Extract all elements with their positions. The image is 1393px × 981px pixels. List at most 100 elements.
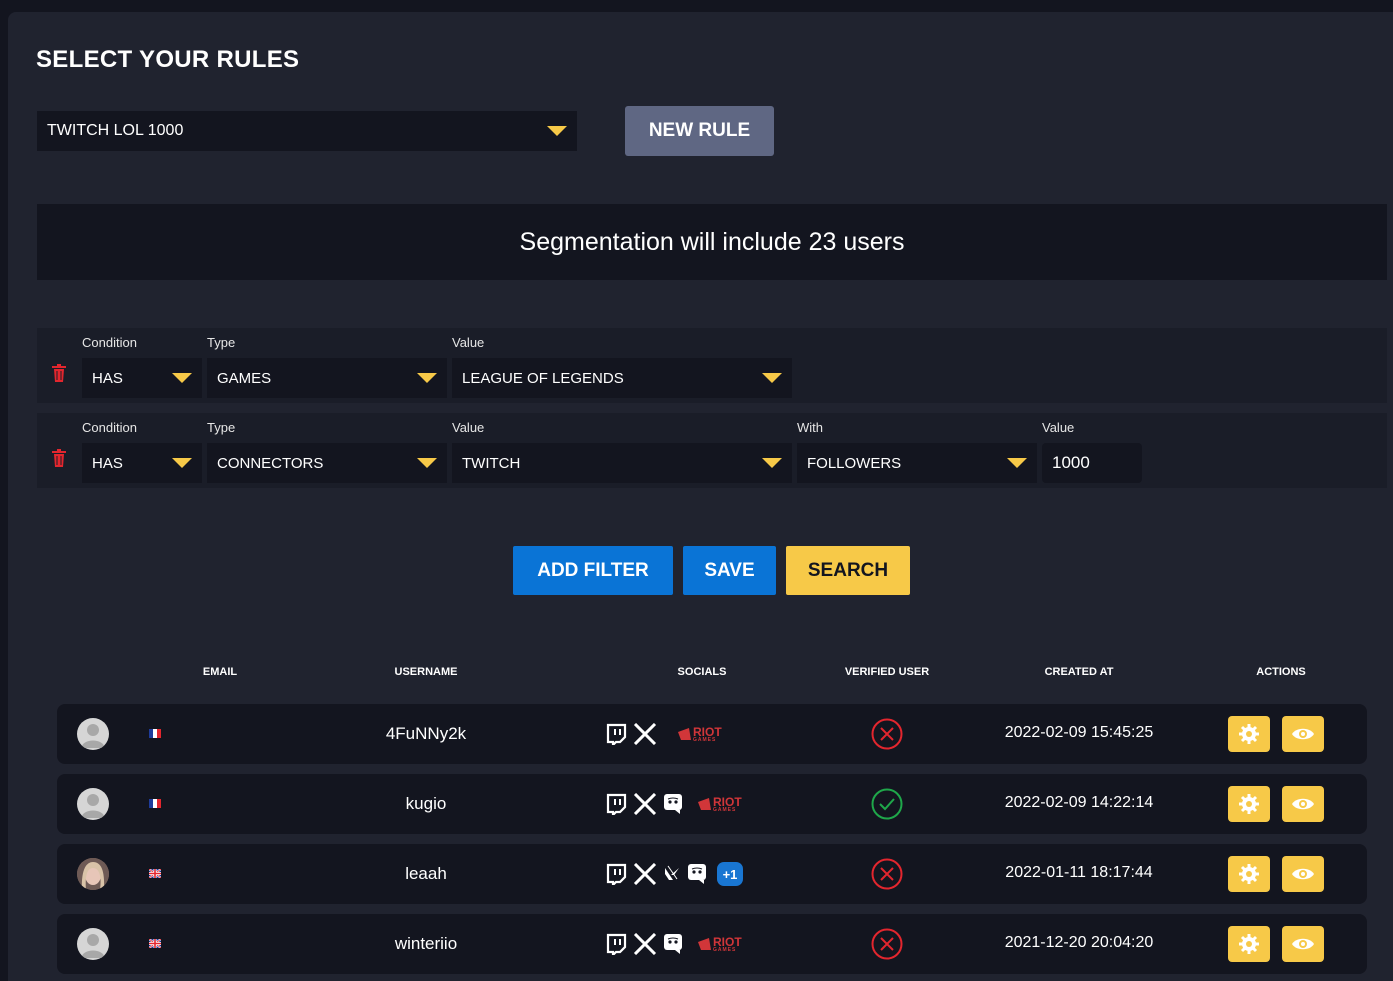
table-row: kugio RIOT GAMES 2022-02-09 14:22:14 [57,774,1367,834]
filter-row-2: Condition Type Value With Value HAS CONN… [37,413,1387,488]
view-button[interactable] [1282,856,1324,892]
type-select-value: GAMES [217,369,272,387]
chevron-down-icon [417,458,437,468]
avatar [77,928,109,960]
x-icon [633,863,657,885]
settings-button[interactable] [1228,716,1270,752]
settings-button[interactable] [1228,926,1270,962]
avatar [77,788,109,820]
france-flag-icon [149,799,161,808]
column-header-socials: SOCIALS [677,666,727,678]
settings-button[interactable] [1228,856,1270,892]
username: 4FuNNy2k [385,724,467,743]
x-icon [633,723,657,745]
condition-label: Condition [82,335,137,350]
settings-button[interactable] [1228,786,1270,822]
discord-icon [664,794,682,814]
view-button[interactable] [1282,786,1324,822]
condition-label: Condition [82,420,137,435]
value-label: Value [452,335,485,350]
type-label: Type [207,335,236,350]
segmentation-banner: Segmentation will include 23 users [37,204,1387,280]
filter-row-1: Condition Type Value HAS GAMES LEAGUE OF… [37,328,1387,403]
username: winteriio [394,934,458,953]
valorant-icon [665,865,679,880]
more-socials-badge[interactable]: +1 [717,862,743,886]
username: kugio [405,794,447,813]
eye-icon [1292,728,1314,740]
created-at: 2021-12-20 20:04:20 [1004,934,1154,951]
socials-list: RIOT GAMES [605,932,742,956]
view-button[interactable] [1282,716,1324,752]
twitch-icon [606,723,627,745]
condition-select[interactable]: HAS [82,358,202,398]
gear-icon [1239,864,1259,884]
main-panel [8,12,1393,981]
threshold-input[interactable]: 1000 [1042,443,1142,483]
page-title: SELECT YOUR RULES [36,46,300,73]
chevron-down-icon [172,373,192,383]
with-select[interactable]: FOLLOWERS [797,443,1037,483]
value-select-value: LEAGUE OF LEGENDS [462,369,624,387]
discord-icon [664,934,682,954]
created-at: 2022-02-09 15:45:25 [1004,724,1154,741]
threshold-input-value: 1000 [1052,453,1090,472]
column-header-actions: ACTIONS [1256,666,1306,678]
chevron-down-icon [1007,458,1027,468]
condition-select[interactable]: HAS [82,443,202,483]
gear-icon [1239,934,1259,954]
add-filter-button[interactable]: ADD FILTER [513,546,673,595]
type-select[interactable]: CONNECTORS [207,443,447,483]
table-row: winteriio RIOT GAMES 2021-12-20 20:04:20 [57,914,1367,974]
type-select-value: CONNECTORS [217,454,324,472]
column-header-verified: VERIFIED USER [844,666,930,678]
gear-icon [1239,794,1259,814]
condition-select-value: HAS [92,369,123,387]
new-rule-button[interactable]: NEW RULE [625,106,774,156]
table-row: leaah +1 2022-01-11 18:17:44 [57,844,1367,904]
value-select[interactable]: TWITCH [452,443,792,483]
not-verified-icon [871,858,903,890]
chevron-down-icon [417,373,437,383]
socials-list: +1 [605,862,743,886]
twitch-icon [606,793,627,815]
username: leaah [405,864,447,883]
chevron-down-icon [762,458,782,468]
search-button[interactable]: SEARCH [786,546,910,595]
type-select[interactable]: GAMES [207,358,447,398]
x-icon [633,793,657,815]
france-flag-icon [149,729,161,738]
riot-games-logo: RIOT GAMES [677,726,722,743]
chevron-down-icon [547,126,567,136]
eye-icon [1292,798,1314,810]
uk-flag-icon [149,939,161,948]
x-icon [633,933,657,955]
not-verified-icon [871,928,903,960]
avatar [77,858,109,890]
eye-icon [1292,938,1314,950]
socials-list: RIOT GAMES [605,792,742,816]
segmentation-text: Segmentation will include 23 users [519,227,905,256]
view-button[interactable] [1282,926,1324,962]
uk-flag-icon [149,869,161,878]
value-label: Value [452,420,485,435]
chevron-down-icon [762,373,782,383]
twitch-icon [606,863,627,885]
riot-games-logo: RIOT GAMES [697,796,742,813]
eye-icon [1292,868,1314,880]
threshold-label: Value [1042,420,1075,435]
verified-icon [871,788,903,820]
type-label: Type [207,420,236,435]
avatar [77,718,109,750]
save-button[interactable]: SAVE [683,546,776,595]
column-header-email: EMAIL [202,666,238,678]
trash-icon[interactable] [52,449,66,467]
value-select[interactable]: LEAGUE OF LEGENDS [452,358,792,398]
riot-games-logo: RIOT GAMES [697,936,742,953]
rule-select-value: TWITCH LOL 1000 [47,122,184,139]
trash-icon[interactable] [52,364,66,382]
table-row: 4FuNNy2k RIOT GAMES 2022-02-09 15:45:25 [57,704,1367,764]
rule-select[interactable]: TWITCH LOL 1000 [37,111,577,151]
twitch-icon [606,933,627,955]
value-select-value: TWITCH [462,454,521,472]
